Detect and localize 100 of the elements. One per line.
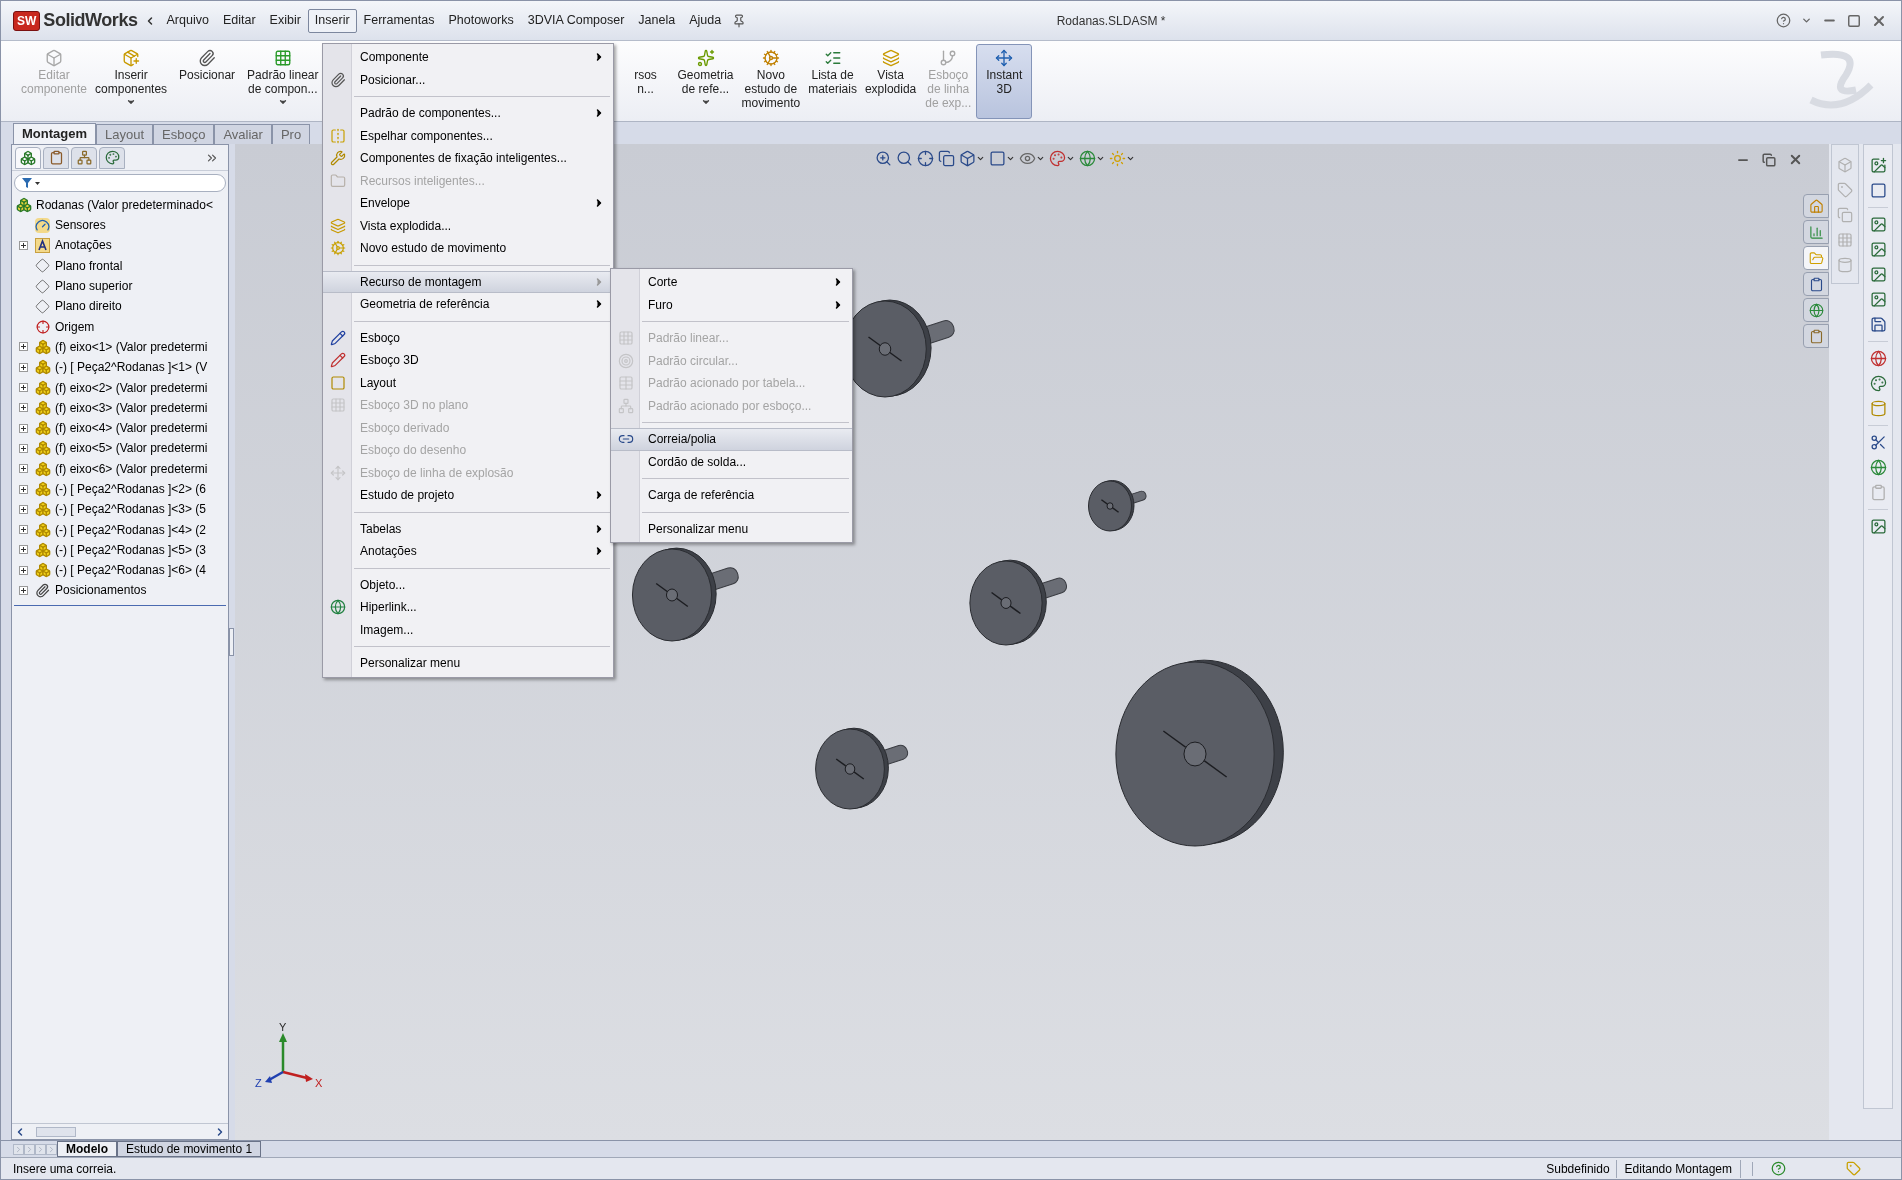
tree-item[interactable]: Plano superior bbox=[55, 277, 133, 296]
zoom-area-icon[interactable] bbox=[896, 150, 913, 167]
menu-bar-item[interactable]: Ferramentas bbox=[356, 8, 442, 33]
menu-item[interactable]: Anotações bbox=[323, 540, 613, 563]
menu-item[interactable]: Envelope bbox=[323, 192, 613, 215]
menu-item[interactable]: Posicionar... bbox=[323, 68, 613, 91]
caret-icon[interactable] bbox=[1801, 15, 1812, 26]
tree-item[interactable]: (-) [ Peça2^Rodanas ]<6> (4 bbox=[55, 561, 207, 580]
expand-icon[interactable] bbox=[18, 342, 28, 352]
tree-item[interactable]: Plano direito bbox=[55, 297, 122, 316]
tree-item[interactable]: Origem bbox=[55, 317, 95, 336]
pin-icon[interactable] bbox=[732, 13, 747, 28]
command-tab[interactable]: Montagem bbox=[13, 123, 96, 144]
close-icon[interactable] bbox=[1788, 152, 1803, 167]
tree-item[interactable]: (f) eixo<6> (Valor predetermi bbox=[55, 459, 208, 478]
menu-item[interactable]: Cordão de solda... bbox=[611, 450, 852, 473]
menu-item[interactable]: Layout bbox=[323, 371, 613, 394]
image-icon[interactable] bbox=[1869, 241, 1887, 258]
toolbar-button[interactable]: Posicionar bbox=[171, 44, 244, 119]
caret-icon[interactable] bbox=[277, 97, 288, 107]
task-pane-tab[interactable] bbox=[1803, 324, 1829, 348]
toolbar-button[interactable]: rsos n... bbox=[617, 44, 674, 119]
toolbar-button[interactable]: Inserir componentes bbox=[91, 44, 172, 119]
help-icon[interactable] bbox=[1776, 13, 1791, 28]
view-orientation-icon[interactable] bbox=[959, 150, 976, 167]
tree-item[interactable]: Posicionamentos bbox=[55, 581, 147, 600]
task-pane-tab[interactable] bbox=[1803, 272, 1829, 296]
menu-item[interactable]: Imagem... bbox=[323, 618, 613, 641]
save-icon[interactable] bbox=[1869, 316, 1887, 333]
menu-bar-item[interactable]: Ajuda bbox=[682, 8, 729, 33]
menu-item[interactable]: Recurso de montagem bbox=[323, 270, 613, 293]
menu-item[interactable]: Hiperlink... bbox=[323, 596, 613, 619]
menu-bar-item[interactable]: Arquivo bbox=[159, 8, 216, 33]
expand-icon[interactable] bbox=[18, 586, 28, 595]
menu-item[interactable]: Corte bbox=[611, 271, 852, 294]
expand-icon[interactable] bbox=[18, 403, 28, 413]
task-pane-tab[interactable] bbox=[1803, 298, 1829, 322]
expand-icon[interactable] bbox=[18, 240, 28, 250]
tree-item[interactable]: (f) eixo<2> (Valor predetermi bbox=[55, 378, 208, 397]
caret-icon[interactable] bbox=[1066, 154, 1075, 163]
command-tab[interactable]: Layout bbox=[96, 124, 154, 144]
tree-item[interactable]: (f) eixo<1> (Valor predetermi bbox=[55, 337, 208, 356]
menu-bar-item[interactable]: Editar bbox=[215, 8, 263, 33]
menu-bar-item[interactable]: Exibir bbox=[262, 8, 308, 33]
command-tab[interactable]: Pro bbox=[271, 124, 311, 144]
hide-show-icon[interactable] bbox=[1019, 150, 1036, 167]
expand-icon[interactable] bbox=[18, 484, 28, 494]
menu-item[interactable]: Personalizar menu bbox=[323, 652, 613, 675]
tree-item[interactable]: (-) [ Peça2^Rodanas ]<1> (V bbox=[55, 358, 208, 377]
tree-item[interactable]: Plano frontal bbox=[55, 256, 123, 275]
menu-item[interactable]: Furo bbox=[611, 293, 852, 316]
caret-icon[interactable] bbox=[976, 154, 985, 163]
menu-item[interactable]: Componentes de fixação inteligentes... bbox=[323, 147, 613, 170]
caret-icon[interactable] bbox=[1036, 154, 1045, 163]
expand-icon[interactable] bbox=[18, 545, 28, 555]
command-tab[interactable]: Esboço bbox=[153, 124, 215, 144]
caret-icon[interactable] bbox=[126, 97, 137, 107]
expand-icon[interactable] bbox=[18, 443, 28, 453]
expand-icon[interactable] bbox=[18, 362, 28, 372]
command-tab[interactable]: Avaliar bbox=[214, 124, 272, 144]
image-icon[interactable] bbox=[1869, 216, 1887, 233]
menu-item[interactable]: Esboço bbox=[323, 326, 613, 349]
toolbar-button[interactable]: Padrão linear de compon... bbox=[243, 44, 323, 119]
menu-bar-item[interactable]: 3DVIA Composer bbox=[520, 8, 632, 33]
tree-item[interactable]: (-) [ Peça2^Rodanas ]<4> (2 bbox=[55, 520, 207, 539]
menu-item[interactable]: Personalizar menu bbox=[611, 517, 852, 540]
expand-icon[interactable] bbox=[18, 383, 28, 392]
caret-icon[interactable] bbox=[1096, 154, 1105, 163]
filter-field[interactable] bbox=[14, 174, 226, 192]
tree-item[interactable]: Anotações bbox=[55, 236, 112, 255]
menu-item[interactable]: Esboço 3D bbox=[323, 349, 613, 372]
help-icon[interactable] bbox=[1771, 1161, 1786, 1176]
caret-icon[interactable] bbox=[700, 97, 711, 107]
menu-item[interactable]: Estudo de projeto bbox=[323, 484, 613, 507]
palette-icon[interactable] bbox=[1869, 375, 1887, 392]
restore-icon[interactable] bbox=[1762, 152, 1776, 167]
menu-item[interactable]: Carga de referência bbox=[611, 484, 852, 507]
expand-icon[interactable] bbox=[18, 423, 28, 433]
zoom-in-icon[interactable] bbox=[875, 150, 892, 167]
image-icon[interactable] bbox=[1869, 157, 1887, 174]
globe-icon[interactable] bbox=[1869, 459, 1887, 476]
tree-item[interactable]: (f) eixo<3> (Valor predetermi bbox=[55, 398, 208, 417]
image-icon[interactable] bbox=[1869, 266, 1887, 283]
menu-bar-item[interactable]: Photoworks bbox=[441, 8, 521, 33]
menu-item[interactable]: Componente bbox=[323, 46, 613, 69]
toolbar-button[interactable]: Geometria de refe... bbox=[673, 44, 738, 119]
expand-icon[interactable] bbox=[18, 464, 28, 474]
toolbar-button[interactable]: Lista de materiais bbox=[804, 44, 861, 119]
appearance-tab[interactable] bbox=[99, 146, 125, 169]
image-icon[interactable] bbox=[1869, 291, 1887, 308]
caret-icon[interactable] bbox=[1126, 154, 1135, 163]
tree-item[interactable]: (-) [ Peça2^Rodanas ]<5> (3 bbox=[55, 540, 207, 559]
menu-item[interactable]: Espelhar componentes... bbox=[323, 124, 613, 147]
configuration-tab[interactable] bbox=[71, 146, 97, 169]
globe-icon[interactable] bbox=[1869, 350, 1887, 367]
appearance-icon[interactable] bbox=[1049, 150, 1066, 167]
tree-item[interactable]: Sensores bbox=[55, 216, 106, 235]
bottom-tab[interactable]: Modelo bbox=[57, 1141, 117, 1157]
menu-bar-item[interactable]: Janela bbox=[631, 8, 683, 33]
clipboard-icon[interactable] bbox=[1869, 484, 1887, 501]
